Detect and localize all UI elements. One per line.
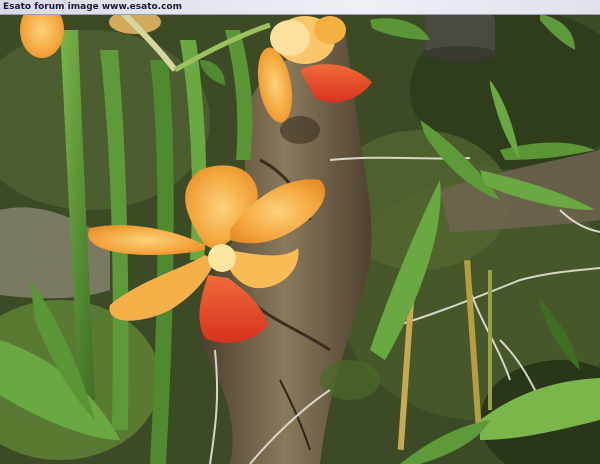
flower-pot	[424, 14, 496, 62]
photo-scene	[0, 0, 600, 464]
orchid-photo: Esato forum image www.esato.com	[0, 0, 600, 464]
watermark-text: Esato forum image www.esato.com	[3, 2, 182, 12]
watermark-bar: Esato forum image www.esato.com	[0, 0, 600, 15]
